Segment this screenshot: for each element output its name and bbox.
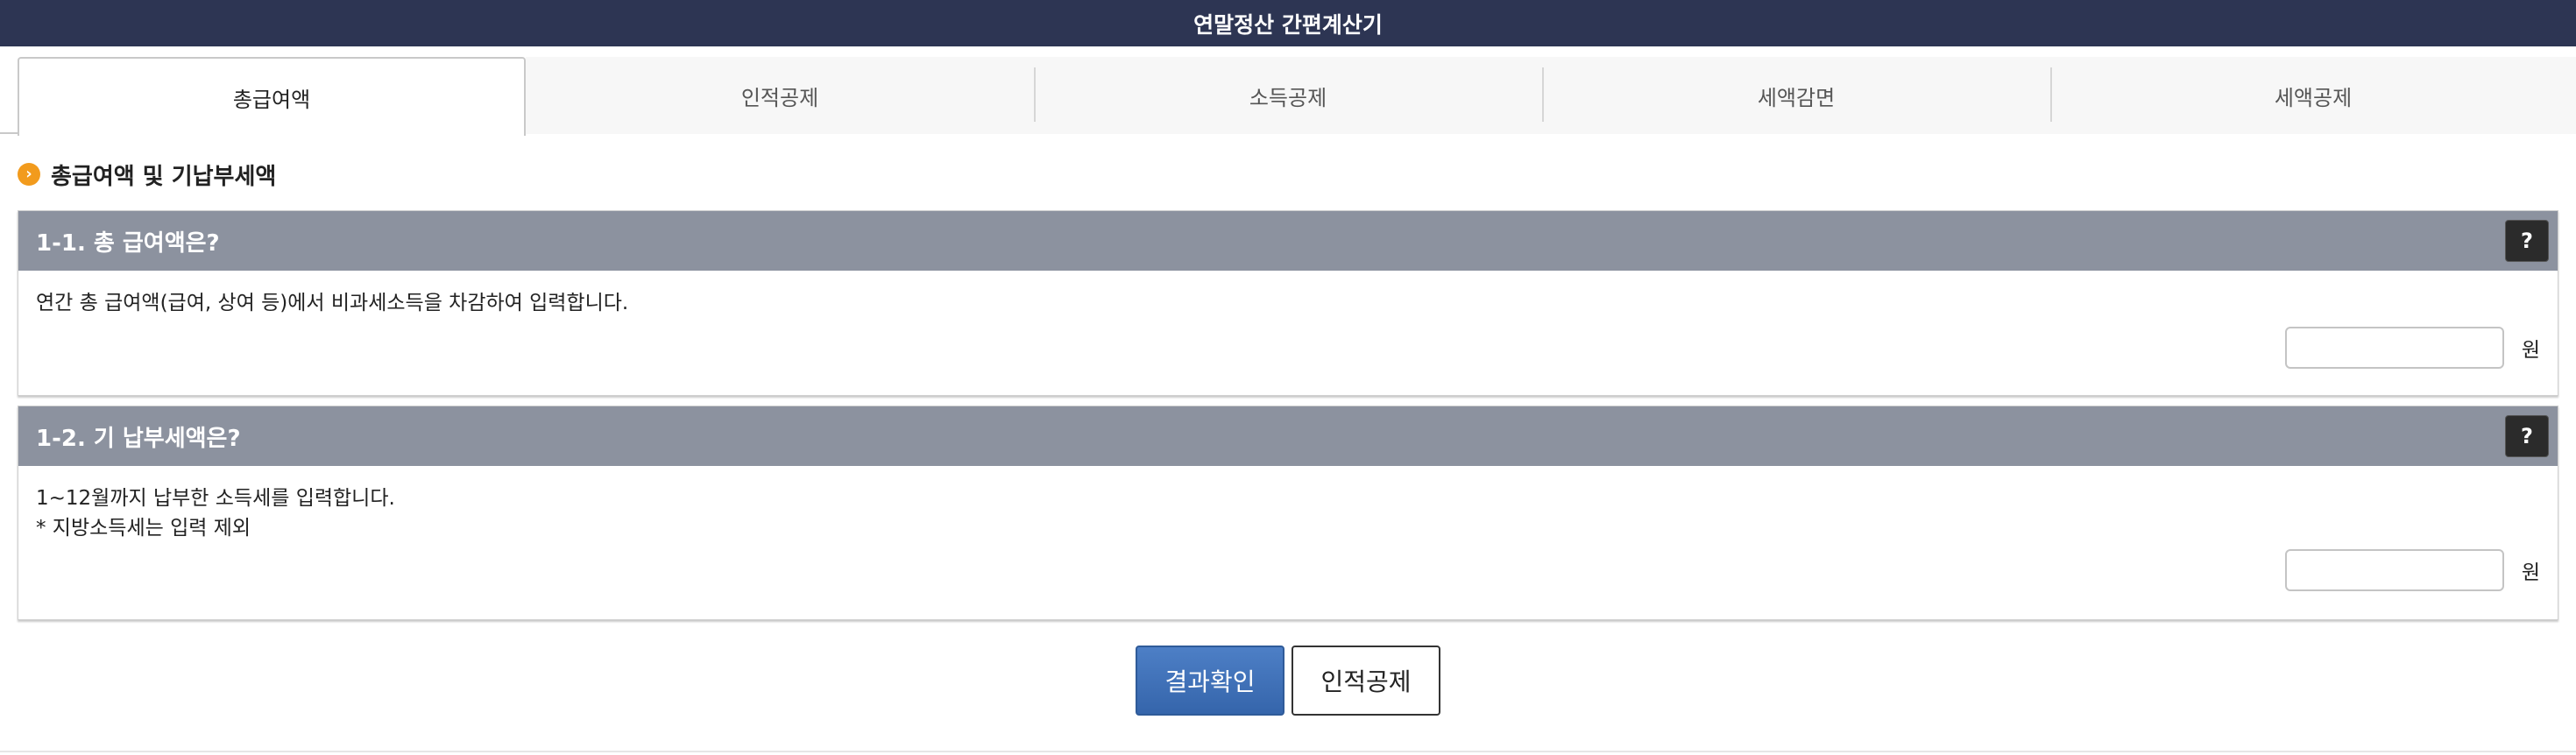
tab-total-salary[interactable]: 총급여액 — [18, 57, 526, 136]
tab-income-deduction[interactable]: 소득공제 — [1034, 57, 1542, 134]
chevron-right-circle-icon: › — [18, 163, 40, 186]
tab-tax-credit[interactable]: 세액공제 — [2050, 57, 2576, 134]
action-buttons: 결과확인 인적공제 — [0, 646, 2576, 716]
question-description: 연간 총 급여액(급여, 상여 등)에서 비과세소득을 차감하여 입력합니다. — [18, 271, 2558, 318]
question-description: 1~12월까지 납부한 소득세를 입력합니다. * 지방소득세는 입력 제외 — [18, 466, 2558, 543]
question-title: 1-1. 총 급여액은? — [36, 229, 220, 257]
divider — [0, 751, 2576, 752]
question-header: 1-2. 기 납부세액은? ? — [18, 406, 2558, 466]
section-title: 총급여액 및 기납부세액 — [51, 163, 277, 190]
tab-label: 세액감면 — [1757, 85, 1836, 110]
description-line: 연간 총 급여액(급여, 상여 등)에서 비과세소득을 차감하여 입력합니다. — [36, 292, 629, 314]
tab-label: 총급여액 — [232, 87, 311, 112]
help-button[interactable]: ? — [2505, 415, 2549, 457]
prepaid-tax-input[interactable] — [2284, 549, 2504, 591]
question-title: 1-2. 기 납부세액은? — [36, 425, 241, 452]
unit-label: 원 — [2521, 561, 2540, 584]
section-heading: › 총급여액 및 기납부세액 — [18, 159, 276, 190]
question-header: 1-1. 총 급여액은? ? — [18, 211, 2558, 271]
question-prepaid-tax: 1-2. 기 납부세액은? ? 1~12월까지 납부한 소득세를 입력합니다. … — [18, 406, 2558, 620]
tab-bar: 총급여액 인적공제 소득공제 세액감면 세액공제 — [0, 46, 2576, 136]
description-note: * 지방소득세는 입력 제외 — [36, 517, 251, 540]
next-personal-deduction-button[interactable]: 인적공제 — [1292, 646, 1440, 716]
unit-label: 원 — [2521, 339, 2540, 362]
result-button[interactable]: 결과확인 — [1136, 646, 1284, 716]
tab-label: 세액공제 — [2274, 85, 2353, 110]
answer-row: 원 — [2284, 327, 2540, 369]
description-line: 1~12월까지 납부한 소득세를 입력합니다. — [36, 487, 395, 510]
total-salary-input[interactable] — [2284, 327, 2504, 369]
question-total-salary: 1-1. 총 급여액은? ? 연간 총 급여액(급여, 상여 등)에서 비과세소… — [18, 210, 2558, 396]
answer-row: 원 — [2284, 549, 2540, 591]
tab-label: 인적공제 — [740, 85, 819, 110]
help-button[interactable]: ? — [2505, 220, 2549, 262]
tab-label: 소득공제 — [1249, 85, 1327, 110]
tab-tax-reduction[interactable]: 세액감면 — [1542, 57, 2050, 134]
app-title: 연말정산 간편계산기 — [0, 0, 2576, 46]
tab-personal-deduction[interactable]: 인적공제 — [526, 57, 1034, 134]
